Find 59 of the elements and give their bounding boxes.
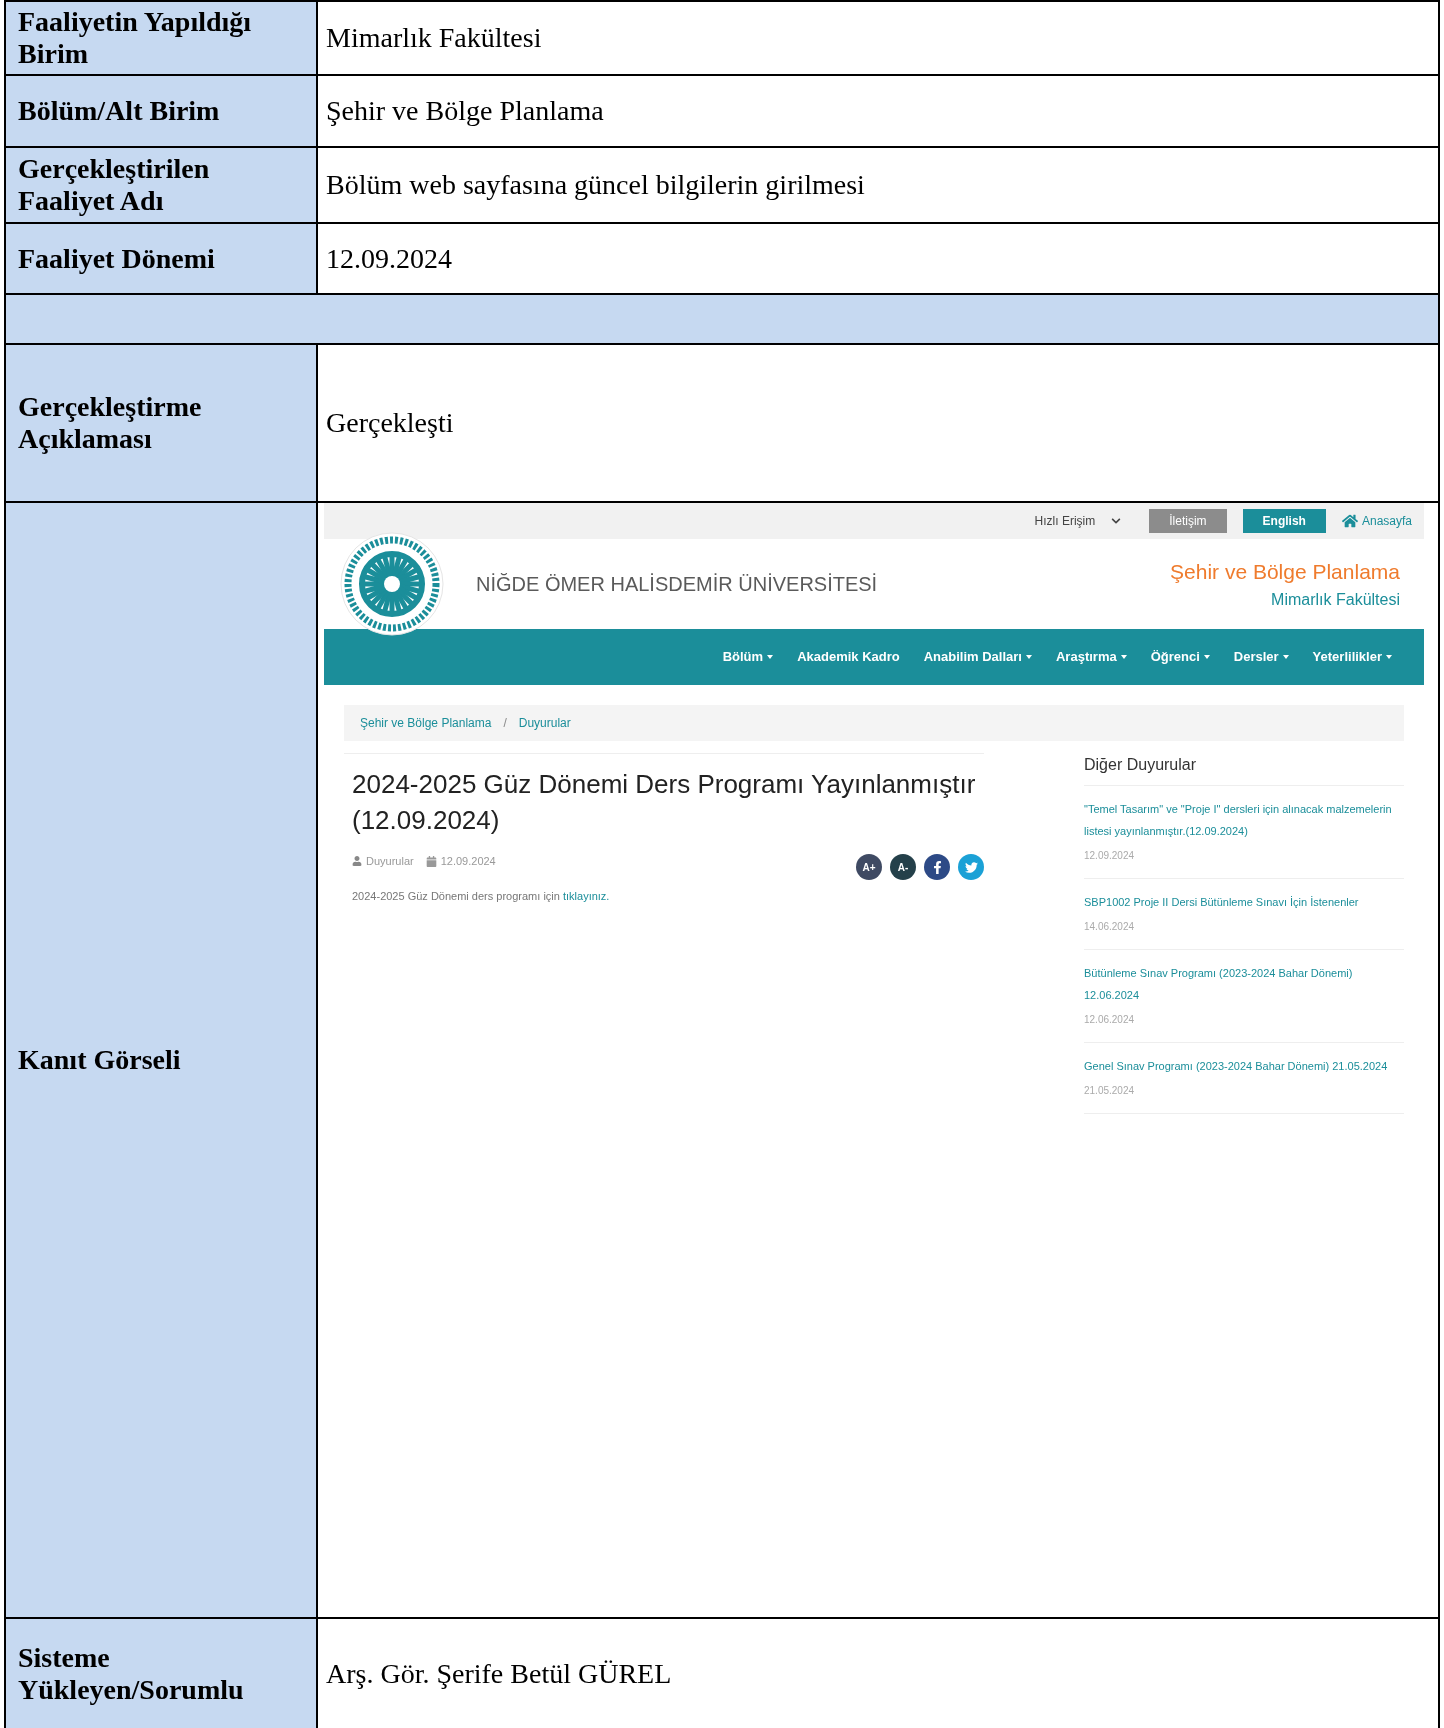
nav-item[interactable]: Akademik Kadro: [797, 647, 900, 667]
label-cell: Faaliyetin Yapıldığı Birim: [6, 2, 318, 74]
department-title: Şehir ve Bölge Planlama: [1170, 559, 1400, 586]
value-cell-text: Gerçekleşti: [325, 406, 455, 440]
nav-item[interactable]: Bölüm: [722, 647, 774, 667]
announcement-date: 12.09.2024: [1084, 850, 1135, 861]
label-cell: Bölüm/Alt Birim: [6, 76, 318, 146]
user-icon: [352, 856, 362, 866]
nav-item[interactable]: Araştırma: [1055, 647, 1127, 667]
article-category: Duyurular: [366, 853, 414, 869]
download-link[interactable]: tıklayınız.: [562, 890, 610, 902]
font-decrease-button[interactable]: A-: [890, 854, 916, 880]
announcement-date: 14.06.2024: [1084, 921, 1135, 932]
caret-icon: [1203, 655, 1210, 659]
label-cell: Kanıt Görseli: [6, 503, 318, 1617]
caret-icon: [1386, 655, 1392, 659]
announcement-date: 21.05.2024: [1084, 1085, 1135, 1096]
nav-item[interactable]: Anabilim Dalları: [923, 647, 1032, 667]
sidebar-title: Diğer Duyurular: [1084, 753, 1404, 786]
value-cell-text: 12.09.2024: [325, 241, 453, 276]
value-cell-text: Mimarlık Fakültesi: [325, 21, 543, 55]
twitter-button[interactable]: [958, 854, 984, 880]
breadcrumb-link[interactable]: Şehir ve Bölge Planlama: [360, 714, 492, 732]
nav-item[interactable]: Dersler: [1233, 647, 1289, 667]
announcement-link[interactable]: Genel Sınav Programı (2023-2024 Bahar Dönemi) 21.05.2024: [1084, 1055, 1404, 1077]
caret-icon: [1025, 655, 1032, 659]
bird-icon: [964, 860, 978, 874]
label-cell: Sisteme Yükleyen/Sorumlu: [6, 1619, 318, 1728]
breadcrumb-link[interactable]: Duyurular: [518, 714, 571, 732]
caret-icon: [767, 655, 774, 659]
article-title: 2024-2025 Güz Dönemi Ders Programı Yayınlanmıştır (12.09.2024): [352, 768, 977, 837]
value-cell-text: Şehir ve Bölge Planlama: [325, 94, 605, 128]
announcement-link[interactable]: SBP1002 Proje II Dersi Bütünleme Sınavı İçin İstenenler: [1084, 891, 1404, 913]
caret-icon: [1282, 655, 1289, 659]
home-link[interactable]: Anasayfa: [1341, 512, 1412, 530]
calendar-icon: [425, 855, 437, 867]
label-cell: Gerçekleştirilen Faaliyet Adı: [6, 148, 318, 222]
announcement-link[interactable]: "Temel Tasarım" ve "Proje I" dersleri için alınacak malzemelerin listesi yayınlanmıştır.(12.09.2024): [1084, 798, 1404, 842]
english-button[interactable]: English: [1242, 509, 1326, 533]
article-body: 2024-2025 Güz Dönemi ders programı için tıklayınız.: [352, 889, 611, 904]
contact-button[interactable]: İletişim: [1149, 509, 1227, 533]
font-increase-button[interactable]: A+: [856, 854, 882, 880]
facebook-button[interactable]: [924, 854, 950, 880]
value-cell-text: Bölüm web sayfasına güncel bilgilerin girilmesi: [325, 168, 866, 202]
chevron-down-icon: [1111, 516, 1122, 526]
announcement-link[interactable]: Bütünleme Sınav Programı (2023-2024 Bahar Dönemi) 12.06.2024: [1084, 962, 1404, 1006]
nav-item[interactable]: Yeterlilikler: [1312, 647, 1392, 667]
quick-access-dropdown[interactable]: Hızlı Erişim: [1034, 512, 1122, 530]
nav-item[interactable]: Öğrenci: [1150, 647, 1210, 667]
value-cell-text: Arş. Gör. Şerife Betül GÜREL: [325, 1656, 673, 1691]
label-cell: Gerçekleştirme Açıklaması: [6, 345, 318, 501]
label-cell: Faaliyet Dönemi: [6, 224, 318, 293]
faculty-title: Mimarlık Fakültesi: [1271, 589, 1400, 610]
university-name: NİĞDE ÖMER HALİSDEMİR ÜNİVERSİTESİ: [476, 572, 878, 597]
announcement-date: 12.06.2024: [1084, 1014, 1135, 1025]
caret-icon: [1120, 655, 1127, 659]
home-icon: [1341, 513, 1358, 529]
article-date: 12.09.2024: [440, 853, 496, 869]
breadcrumb-separator: /: [503, 715, 507, 732]
